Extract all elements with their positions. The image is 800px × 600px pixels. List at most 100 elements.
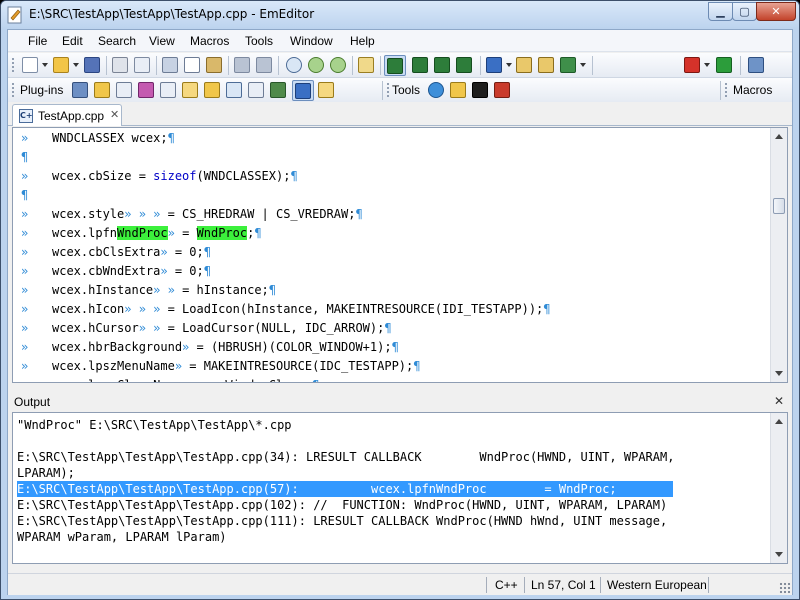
document-tab-bar: C+ TestApp.cpp ✕: [8, 102, 792, 126]
new-dropdown-icon[interactable]: [42, 63, 48, 67]
plugin-hash-icon[interactable]: [248, 82, 264, 98]
plugin-wordcount-icon[interactable]: [160, 82, 176, 98]
run-macro-icon[interactable]: [716, 57, 732, 73]
plugin-charmap-icon[interactable]: [72, 82, 88, 98]
tab-mark: ¶: [21, 150, 29, 164]
encoding-icon[interactable]: [486, 57, 502, 73]
code-token: = LoadIcon(hInstance, MAKEINTRESOURCE(ID…: [160, 302, 544, 316]
wrap-char-icon[interactable]: [456, 57, 472, 73]
toolbar-grip[interactable]: [724, 82, 728, 98]
title-bar[interactable]: E:\SRC\TestApp\TestApp\TestApp.cpp - EmE…: [1, 1, 799, 29]
plugin-search-bar-icon[interactable]: [270, 82, 286, 98]
tool-explorer-icon[interactable]: [450, 82, 466, 98]
code-text: WNDCLASSEX wcex;¶: [52, 129, 175, 148]
scroll-thumb[interactable]: [773, 198, 785, 214]
menu-tools[interactable]: Tools: [245, 34, 273, 48]
window-title: E:\SRC\TestApp\TestApp\TestApp.cpp - EmE…: [29, 7, 315, 21]
menu-window[interactable]: Window: [290, 34, 333, 48]
close-button[interactable]: ✕: [756, 2, 796, 21]
encoding-dropdown-icon[interactable]: [506, 63, 512, 67]
tool-custom-icon[interactable]: [494, 82, 510, 98]
tool-ie-icon[interactable]: [428, 82, 444, 98]
paste-icon[interactable]: [206, 57, 222, 73]
menu-help[interactable]: Help: [350, 34, 375, 48]
config-dropdown-icon[interactable]: [580, 63, 586, 67]
print-icon[interactable]: [112, 57, 128, 73]
toolbar-grip[interactable]: [386, 82, 390, 98]
find-previous-icon[interactable]: [330, 57, 346, 73]
record-dropdown-icon[interactable]: [704, 63, 710, 67]
configuration-icon[interactable]: [516, 57, 532, 73]
toolbar-grip[interactable]: [11, 57, 15, 73]
tab-close-icon[interactable]: ✕: [110, 108, 119, 121]
wrap-window-icon[interactable]: [412, 57, 428, 73]
cut-icon[interactable]: [162, 57, 178, 73]
maximize-button[interactable]: ▢: [732, 2, 757, 21]
toolbar-grip[interactable]: [11, 82, 15, 98]
output-line[interactable]: E:\SRC\TestApp\TestApp\TestApp.cpp(111):…: [17, 513, 667, 529]
output-close-icon[interactable]: ✕: [774, 394, 784, 408]
status-position[interactable]: Ln 57, Col 1: [531, 577, 596, 593]
standard-toolbar: [8, 53, 792, 78]
code-editor[interactable]: »wcex.lpszClassName» = szWindowClass;¶»w…: [12, 127, 788, 383]
checklist-icon[interactable]: [560, 57, 576, 73]
output-line[interactable]: E:\SRC\TestApp\TestApp\TestApp.cpp(102):…: [17, 497, 667, 513]
scroll-up-icon[interactable]: [775, 134, 783, 139]
scroll-down-icon[interactable]: [775, 371, 783, 376]
scroll-up-icon[interactable]: [775, 419, 783, 424]
output-line[interactable]: LPARAM);: [17, 465, 75, 481]
redo-icon[interactable]: [256, 57, 272, 73]
find-icon[interactable]: [286, 57, 302, 73]
wrap-page-icon[interactable]: [434, 57, 450, 73]
undo-icon[interactable]: [234, 57, 250, 73]
find-in-files-icon[interactable]: [358, 57, 374, 73]
plugin-explorer-icon[interactable]: [94, 82, 110, 98]
customize-icon[interactable]: [538, 57, 554, 73]
open-dropdown-icon[interactable]: [73, 63, 79, 67]
minimize-button[interactable]: ▁: [708, 2, 733, 21]
tab-testapp-cpp[interactable]: C+ TestApp.cpp ✕: [12, 104, 122, 126]
tab-mark: »: [160, 245, 168, 259]
tools-config-icon[interactable]: [748, 57, 764, 73]
plugin-output-toggle[interactable]: [292, 80, 314, 101]
record-macro-icon[interactable]: [684, 57, 700, 73]
menu-edit[interactable]: Edit: [62, 34, 83, 48]
status-encoding[interactable]: Western European: [607, 577, 707, 593]
menu-file[interactable]: File: [28, 34, 47, 48]
save-icon[interactable]: [84, 57, 100, 73]
open-folder-icon[interactable]: [53, 57, 69, 73]
code-token: wcex.style: [52, 207, 125, 221]
plugin-outline-icon[interactable]: [116, 82, 132, 98]
status-language[interactable]: C++: [495, 577, 518, 593]
menu-search[interactable]: Search: [98, 34, 136, 48]
code-token: wcex.hIcon: [52, 302, 125, 316]
separator: [278, 56, 279, 75]
tab-mark: » »: [153, 283, 175, 297]
editor-vertical-scrollbar[interactable]: [770, 128, 787, 382]
plugin-project-icon[interactable]: [182, 82, 198, 98]
end-of-line-mark: ¶: [543, 302, 551, 316]
menu-macros[interactable]: Macros: [190, 34, 229, 48]
menu-view[interactable]: View: [149, 34, 175, 48]
output-line[interactable]: WPARAM wParam, LPARAM lParam): [17, 529, 227, 545]
copy-icon[interactable]: [184, 57, 200, 73]
output-vertical-scrollbar[interactable]: [770, 413, 787, 563]
output-line[interactable]: "WndProc" E:\SRC\TestApp\TestApp\*.cpp: [17, 417, 292, 433]
word-wrap-toggle[interactable]: [384, 55, 406, 76]
macros-label: Macros: [733, 83, 773, 97]
output-line[interactable]: E:\SRC\TestApp\TestApp\TestApp.cpp(34): …: [17, 449, 674, 465]
plugin-snippets-icon[interactable]: [138, 82, 154, 98]
output-line-selected[interactable]: E:\SRC\TestApp\TestApp\TestApp.cpp(57): …: [17, 481, 673, 497]
new-file-icon[interactable]: [22, 57, 38, 73]
find-next-icon[interactable]: [308, 57, 324, 73]
output-pane[interactable]: WPARAM wParam, LPARAM lParam) E:\SRC\Test…: [12, 412, 788, 564]
plugin-html-bar-icon[interactable]: [226, 82, 242, 98]
plugin-numbering-icon[interactable]: [318, 82, 334, 98]
print-preview-icon[interactable]: [134, 57, 150, 73]
tool-command-prompt-icon[interactable]: [472, 82, 488, 98]
scroll-down-icon[interactable]: [775, 552, 783, 557]
code-token: wcex.cbWndExtra: [52, 264, 161, 278]
resize-grip[interactable]: [779, 582, 791, 594]
plugin-open-doc-icon[interactable]: [204, 82, 220, 98]
status-divider: [708, 577, 709, 593]
